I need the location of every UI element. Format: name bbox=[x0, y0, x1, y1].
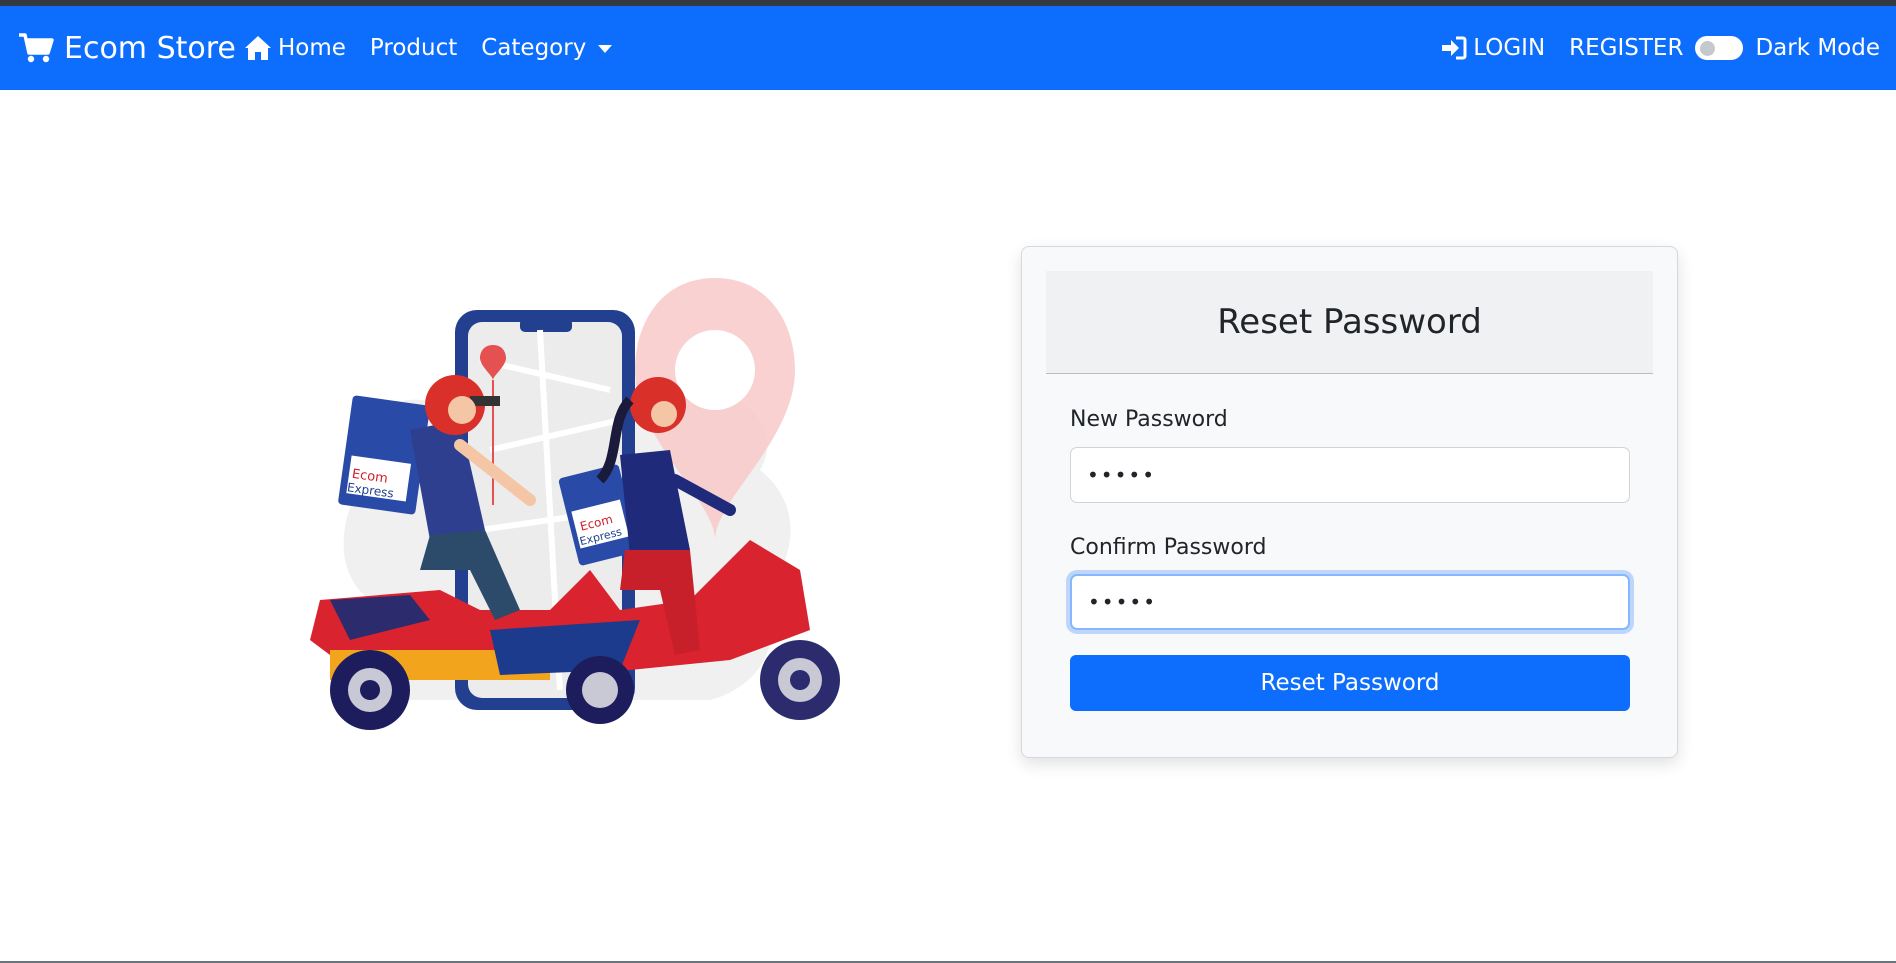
chevron-down-icon bbox=[598, 45, 613, 53]
nav-register[interactable]: REGISTER bbox=[1569, 35, 1683, 61]
sign-in-icon bbox=[1442, 36, 1467, 60]
nav-product[interactable]: Product bbox=[370, 35, 457, 61]
card-title: Reset Password bbox=[1046, 271, 1653, 374]
confirm-password-value: ••••• bbox=[1088, 590, 1157, 614]
dark-mode-toggle[interactable] bbox=[1695, 36, 1744, 60]
confirm-password-label: Confirm Password bbox=[1070, 535, 1267, 560]
confirm-password-field[interactable]: ••••• bbox=[1070, 574, 1630, 630]
dark-mode-label: Dark Mode bbox=[1755, 35, 1880, 61]
nav-login[interactable]: LOGIN bbox=[1441, 35, 1545, 61]
new-password-value: ••••• bbox=[1087, 463, 1156, 487]
nav-home-label: Home bbox=[278, 35, 346, 61]
home-icon bbox=[245, 36, 271, 60]
brand-name: Ecom Store bbox=[64, 30, 236, 66]
nav-register-label: REGISTER bbox=[1569, 35, 1684, 61]
nav-category-label: Category bbox=[481, 35, 587, 61]
brand-link[interactable]: Ecom Store bbox=[18, 6, 236, 90]
navbar: Ecom Store Home Product Category LOGIN R… bbox=[0, 6, 1896, 90]
nav-login-label: LOGIN bbox=[1473, 35, 1546, 61]
account-nav: LOGIN REGISTER Dark Mode bbox=[1441, 6, 1880, 90]
new-password-field[interactable]: ••••• bbox=[1070, 447, 1630, 503]
cart-icon bbox=[19, 33, 54, 63]
new-password-label: New Password bbox=[1070, 407, 1228, 432]
nav-home[interactable]: Home bbox=[244, 35, 346, 61]
nav-product-label: Product bbox=[369, 35, 458, 61]
delivery-illustration: Ecom Express Ecom Express bbox=[310, 278, 840, 730]
nav-category-dropdown[interactable]: Category bbox=[481, 35, 613, 61]
reset-password-button[interactable]: Reset Password bbox=[1070, 655, 1630, 711]
toggle-knob bbox=[1700, 41, 1716, 56]
reset-password-card: Reset Password New Password ••••• Confir… bbox=[1021, 246, 1678, 758]
main-nav: Home Product Category bbox=[244, 6, 636, 90]
